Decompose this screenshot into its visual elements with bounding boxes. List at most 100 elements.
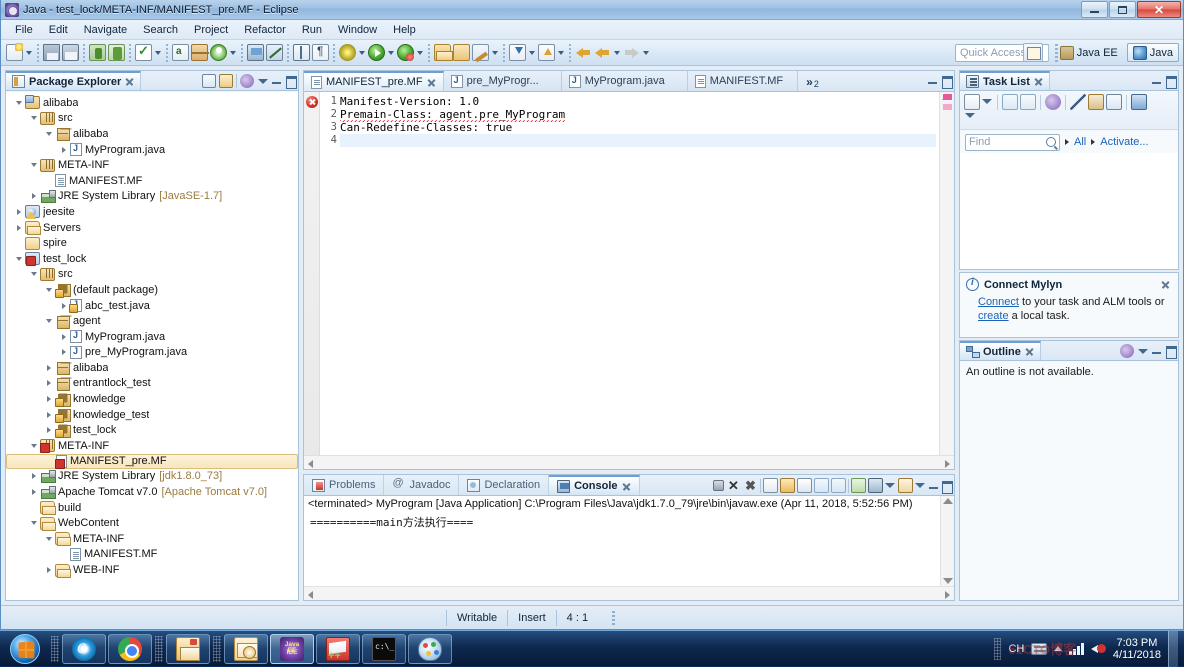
tree-expander-icon[interactable] [27, 116, 40, 120]
close-button[interactable]: ✕ [1137, 1, 1181, 18]
tree-item[interactable]: JRE System Library[jdk1.8.0_73] [6, 469, 298, 485]
tree-item[interactable]: knowledge_test [6, 407, 298, 423]
link-with-editor-icon[interactable] [219, 74, 233, 88]
taskbar-eclipse[interactable] [270, 634, 314, 664]
console-horizontal-scrollbar[interactable] [304, 586, 954, 600]
export-dropdown-icon[interactable] [556, 45, 565, 61]
tree-item[interactable]: alibaba [6, 95, 298, 111]
tree-expander-icon[interactable] [12, 257, 25, 261]
mylyn-create-link[interactable]: create [978, 310, 1009, 322]
back-history-icon[interactable] [594, 44, 611, 61]
save-all-icon[interactable] [62, 44, 79, 61]
tree-item[interactable]: pre_MyProgram.java [6, 345, 298, 361]
tab-package-explorer[interactable]: Package Explorer [6, 71, 141, 90]
restore-button[interactable] [1109, 1, 1136, 18]
taskbar-grip[interactable] [213, 636, 221, 662]
menu-search[interactable]: Search [135, 22, 186, 38]
taskbar-paint[interactable] [408, 634, 452, 664]
back-dropdown-icon[interactable] [612, 45, 621, 61]
tree-item[interactable]: alibaba [6, 126, 298, 142]
import-icon[interactable] [509, 44, 526, 61]
minimize-button[interactable] [1081, 1, 1108, 18]
synchronize-changed-icon[interactable] [1070, 94, 1086, 110]
word-wrap-icon[interactable] [797, 478, 812, 493]
debug-icon[interactable] [339, 44, 356, 61]
tree-item[interactable]: WebContent [6, 515, 298, 531]
back-icon[interactable] [575, 44, 592, 61]
package-explorer-tree[interactable]: alibabasrcalibabaMyProgram.javaMETA-INFM… [6, 92, 298, 600]
tree-item[interactable]: build [6, 500, 298, 516]
show-hidden-icons-icon[interactable] [1054, 646, 1062, 651]
start-button[interactable] [1, 632, 49, 666]
filter-all-link[interactable]: All [1074, 136, 1086, 148]
build-dropdown-icon[interactable] [153, 45, 162, 61]
perspective-java-ee[interactable]: Java EE [1054, 43, 1124, 62]
new-java-package-icon[interactable] [191, 44, 208, 61]
remove-launch-icon[interactable]: ✕ [726, 478, 741, 493]
collapse-all-icon[interactable] [202, 74, 216, 88]
maximize-icon[interactable] [941, 75, 952, 87]
filter-activate-link[interactable]: Activate... [1100, 136, 1148, 148]
minimize-icon[interactable] [1151, 75, 1162, 87]
forward-icon[interactable] [623, 44, 640, 61]
scroll-right-icon[interactable] [941, 588, 953, 600]
debug-dropdown-icon[interactable] [357, 45, 366, 61]
save-icon[interactable] [43, 44, 60, 61]
editor-annotation-ruler[interactable] [304, 92, 320, 455]
taskbar-command-prompt[interactable] [362, 634, 406, 664]
tree-expander-icon[interactable] [42, 288, 55, 292]
console-vertical-scrollbar[interactable] [940, 496, 954, 586]
overview-error-mark[interactable] [943, 94, 952, 100]
view-menu-icon[interactable] [257, 75, 268, 87]
refresh-dropdown-icon[interactable] [228, 45, 237, 61]
tree-expander-icon[interactable] [57, 349, 70, 355]
menu-navigate[interactable]: Navigate [76, 22, 135, 38]
taskbar-outlook[interactable] [224, 634, 268, 664]
ime-indicator[interactable]: CH [1008, 643, 1024, 655]
scroll-left-icon[interactable] [305, 588, 317, 600]
tree-expander-icon[interactable] [57, 147, 70, 153]
display-selected-console-icon[interactable] [851, 478, 866, 493]
tree-expander-icon[interactable] [27, 489, 40, 495]
tree-item[interactable]: jeesite [6, 204, 298, 220]
tree-expander-icon[interactable] [27, 473, 40, 479]
find-input[interactable]: Find [965, 134, 1060, 151]
maximize-icon[interactable] [941, 480, 952, 492]
status-bar-resize-grip[interactable] [612, 611, 615, 625]
skip-breakpoints-icon[interactable] [266, 44, 283, 61]
taskbar-grip[interactable] [155, 636, 163, 662]
console-body[interactable]: <terminated> MyProgram [Java Application… [304, 496, 954, 600]
restore-tasks-icon[interactable] [1131, 94, 1147, 110]
tree-expander-icon[interactable] [42, 537, 55, 541]
maximize-icon[interactable] [285, 75, 296, 87]
tree-item[interactable]: META-INF [6, 438, 298, 454]
tray-grip[interactable] [994, 638, 1001, 660]
tree-expander-icon[interactable] [42, 567, 55, 573]
minimize-icon[interactable] [1151, 345, 1162, 357]
keyboard-icon[interactable] [1031, 643, 1047, 655]
menu-help[interactable]: Help [385, 22, 424, 38]
task-list-body[interactable] [960, 153, 1178, 269]
close-icon[interactable] [1034, 77, 1043, 86]
mylyn-connect-link[interactable]: Connect [978, 296, 1019, 308]
tree-item[interactable]: abc_test.java [6, 298, 298, 314]
clear-console-icon[interactable] [763, 478, 778, 493]
filter-all-arrow-icon[interactable] [1065, 139, 1069, 145]
tree-expander-icon[interactable] [12, 209, 25, 215]
new-java-class-icon[interactable] [172, 44, 189, 61]
refresh-icon[interactable] [210, 44, 227, 61]
remove-all-terminated-icon[interactable]: ✖ [743, 478, 758, 493]
code-line[interactable]: Can-Redefine-Classes: true [340, 121, 936, 134]
tree-expander-icon[interactable] [42, 132, 55, 136]
minimize-icon[interactable] [928, 480, 939, 492]
close-icon[interactable] [125, 77, 134, 86]
error-marker-icon[interactable] [306, 96, 318, 108]
scroll-up-icon[interactable] [943, 498, 953, 504]
clock[interactable]: 7:03 PM 4/11/2018 [1113, 637, 1161, 661]
tree-item[interactable]: Servers [6, 220, 298, 236]
tab-console[interactable]: Console [549, 475, 639, 495]
maximize-icon[interactable] [1165, 75, 1176, 87]
tree-expander-icon[interactable] [42, 412, 55, 418]
tree-expander-icon[interactable] [27, 163, 40, 167]
open-type-icon[interactable] [293, 44, 310, 61]
